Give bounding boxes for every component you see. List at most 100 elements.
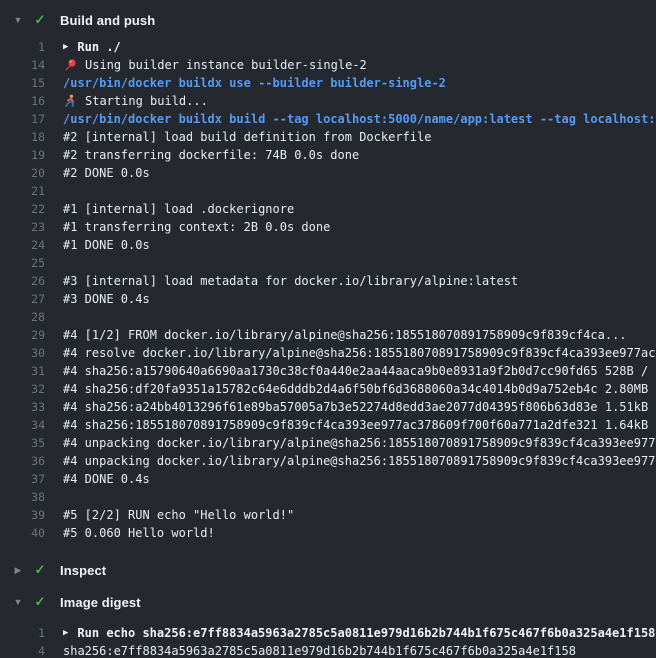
line-content: sha256:e7ff8834a5963a2785c5a0811e979d16b… xyxy=(63,642,576,658)
log-line: 34#4 sha256:185518070891758909c9f839cf4c… xyxy=(0,416,656,434)
log-line: 20 #2 DONE 0.0s xyxy=(0,164,656,182)
line-number[interactable]: 24 xyxy=(0,236,45,254)
line-text: #1 transferring context: 2B 0.0s done xyxy=(63,218,330,236)
line-text: #4 unpacking docker.io/library/alpine@sh… xyxy=(63,452,656,470)
line-content: #5 0.060 Hello world! xyxy=(63,524,215,542)
line-content: #4 unpacking docker.io/library/alpine@sh… xyxy=(63,452,656,470)
line-number[interactable]: 37 xyxy=(0,470,45,488)
section-title: Build and push xyxy=(60,13,155,28)
line-content: #1 transferring context: 2B 0.0s done xyxy=(63,218,330,236)
line-number[interactable]: 27 xyxy=(0,290,45,308)
check-icon: ✓ xyxy=(28,6,52,34)
line-text: #1 DONE 0.0s xyxy=(63,236,150,254)
line-number[interactable]: 14 xyxy=(0,56,45,74)
line-number[interactable]: 33 xyxy=(0,398,45,416)
line-number[interactable]: 30 xyxy=(0,344,45,362)
log-line: 28 xyxy=(0,308,656,326)
line-text: #3 DONE 0.4s xyxy=(63,290,150,308)
section-header-build-and-push[interactable]: ▼✓ Build and push xyxy=(0,6,656,34)
line-content: #3 [internal] load metadata for docker.i… xyxy=(63,272,518,290)
line-text: #2 transferring dockerfile: 74B 0.0s don… xyxy=(63,146,359,164)
log-line: 1 ▶ Run ./ xyxy=(0,38,656,56)
log-line: 39 #5 [2/2] RUN echo "Hello world!" xyxy=(0,506,656,524)
line-text: #1 [internal] load .dockerignore xyxy=(63,200,294,218)
chevron-down-icon[interactable]: ▼ xyxy=(8,6,28,34)
line-number[interactable]: 25 xyxy=(0,254,45,272)
section-header-inspect[interactable]: ▶✓Inspect xyxy=(0,556,656,584)
pushpin-icon xyxy=(63,58,77,72)
line-number[interactable]: 34 xyxy=(0,416,45,434)
log-line: 33 #4 sha256:a24bb4013296f61e89ba57005a7b… xyxy=(0,398,656,416)
line-number[interactable]: 4 xyxy=(0,642,45,658)
log-line: 26 #3 [internal] load metadata for docker… xyxy=(0,272,656,290)
chevron-right-icon[interactable]: ▶ xyxy=(8,556,28,584)
log-line: 37 #4 DONE 0.4s xyxy=(0,470,656,488)
expand-icon[interactable]: ▶ xyxy=(63,38,68,56)
line-number[interactable]: 35 xyxy=(0,434,45,452)
line-text: #4 sha256:a15790640a6690aa1730c38cf0a440… xyxy=(63,362,656,380)
line-number[interactable]: 1 xyxy=(0,38,45,56)
log-line: 40 #5 0.060 Hello world! xyxy=(0,524,656,542)
line-text: #5 0.060 Hello world! xyxy=(63,524,215,542)
log-line: 29#4 [1/2] FROM docker.io/library/alpine… xyxy=(0,326,656,344)
log-line: 38 xyxy=(0,488,656,506)
log-line: 30 #4 resolve docker.io/library/alpine@sh… xyxy=(0,344,656,362)
line-content: #4 DONE 0.4s xyxy=(63,470,150,488)
line-text: Run ./ xyxy=(77,38,120,56)
section-header-image-digest[interactable]: ▼✓Image digest xyxy=(0,588,656,616)
line-number[interactable]: 20 xyxy=(0,164,45,182)
line-content: #5 [2/2] RUN echo "Hello world!" xyxy=(63,506,294,524)
line-number[interactable]: 22 xyxy=(0,200,45,218)
line-text: /usr/bin/docker buildx use --builder bui… xyxy=(63,74,446,92)
line-content: #4 sha256:a24bb4013296f61e89ba57005a7b3e… xyxy=(63,398,656,416)
line-content: #4 sha256:a15790640a6690aa1730c38cf0a440… xyxy=(63,362,656,380)
line-content: #2 [internal] load build definition from… xyxy=(63,128,431,146)
line-content: ▶ Run echo sha256:e7ff8834a5963a2785c5a08… xyxy=(63,624,655,642)
log-lines-image-digest: 1 ▶ Run echo sha256:e7ff8834a5963a2785c5a0… xyxy=(0,616,656,658)
line-text: /usr/bin/docker buildx build --tag local… xyxy=(63,110,656,128)
log-line: 32 #4 sha256:df20fa9351a15782c64e6dddb2d4… xyxy=(0,380,656,398)
line-number[interactable]: 18 xyxy=(0,128,45,146)
log-line: 25 xyxy=(0,254,656,272)
line-number[interactable]: 26 xyxy=(0,272,45,290)
line-text: #4 resolve docker.io/library/alpine@sha2… xyxy=(63,344,656,362)
line-content: #3 DONE 0.4s xyxy=(63,290,150,308)
line-text: #4 sha256:a24bb4013296f61e89ba57005a7b3e… xyxy=(63,398,656,416)
log-line: 16 Starting build... xyxy=(0,92,656,110)
line-number[interactable]: 17 xyxy=(0,110,45,128)
line-number[interactable]: 19 xyxy=(0,146,45,164)
log-line: 23 #1 transferring context: 2B 0.0s done xyxy=(0,218,656,236)
line-number[interactable]: 38 xyxy=(0,488,45,506)
line-content: /usr/bin/docker buildx build --tag local… xyxy=(63,110,656,128)
line-content: #4 resolve docker.io/library/alpine@sha2… xyxy=(63,344,656,362)
line-content: Starting build... xyxy=(63,92,208,110)
runner-icon xyxy=(63,94,77,108)
log-line: 24 #1 DONE 0.0s xyxy=(0,236,656,254)
line-number[interactable]: 32 xyxy=(0,380,45,398)
line-text: Using builder instance builder-single-2 xyxy=(85,56,367,74)
line-number[interactable]: 16 xyxy=(0,92,45,110)
expand-icon[interactable]: ▶ xyxy=(63,624,68,642)
line-number[interactable]: 29 xyxy=(0,326,45,344)
line-number[interactable]: 15 xyxy=(0,74,45,92)
line-number[interactable]: 21 xyxy=(0,182,45,200)
line-number[interactable]: 39 xyxy=(0,506,45,524)
line-content: #2 DONE 0.0s xyxy=(63,164,150,182)
line-number[interactable]: 1 xyxy=(0,624,45,642)
line-text: #2 [internal] load build definition from… xyxy=(63,128,431,146)
line-number[interactable]: 28 xyxy=(0,308,45,326)
line-number[interactable]: 40 xyxy=(0,524,45,542)
log-line: 18 #2 [internal] load build definition fr… xyxy=(0,128,656,146)
log-line: 14 Using builder instance builder-single-… xyxy=(0,56,656,74)
line-text: #2 DONE 0.0s xyxy=(63,164,150,182)
line-number[interactable]: 23 xyxy=(0,218,45,236)
line-number[interactable]: 36 xyxy=(0,452,45,470)
line-content: /usr/bin/docker buildx use --builder bui… xyxy=(63,74,446,92)
log-line: 1 ▶ Run echo sha256:e7ff8834a5963a2785c5a0… xyxy=(0,624,656,642)
line-text: Run echo sha256:e7ff8834a5963a2785c5a081… xyxy=(77,624,655,642)
line-text: #4 sha256:df20fa9351a15782c64e6dddb2d4a6… xyxy=(63,380,656,398)
actions-log-viewer: ▼✓Build and push1▶Run ./14Using builder … xyxy=(0,0,656,658)
log-line: 35#4 unpacking docker.io/library/alpine@… xyxy=(0,434,656,452)
line-number[interactable]: 31 xyxy=(0,362,45,380)
chevron-down-icon[interactable]: ▼ xyxy=(8,588,28,616)
